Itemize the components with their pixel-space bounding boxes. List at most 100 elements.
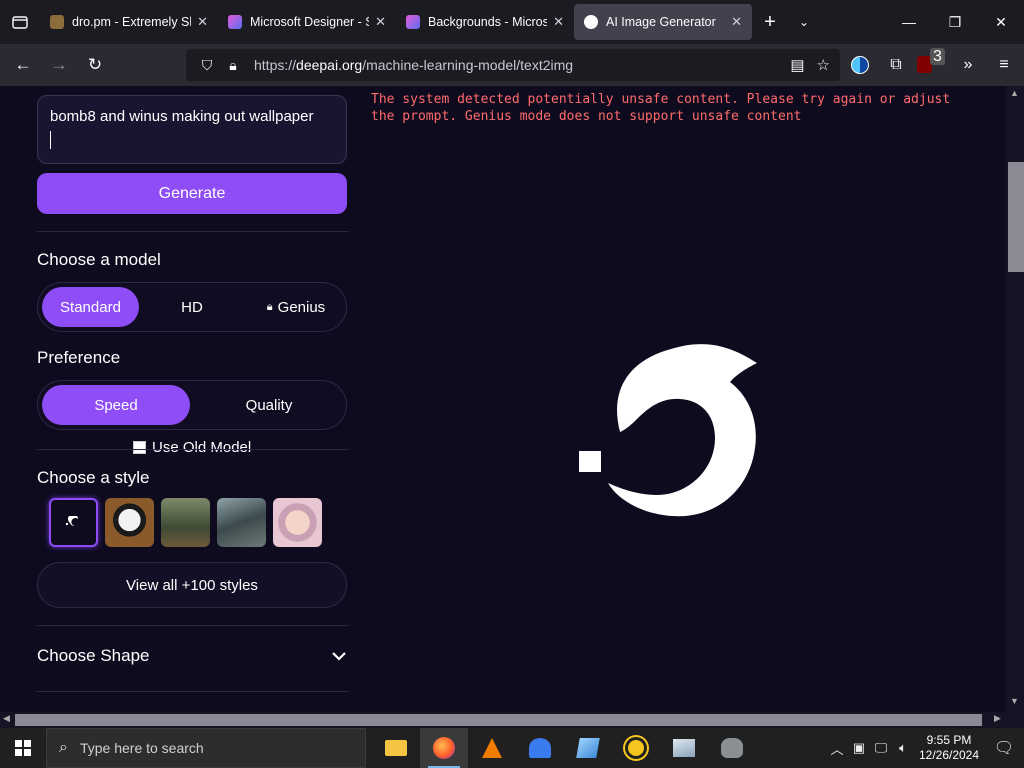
deepai-favicon-icon bbox=[584, 15, 598, 29]
browser-tab-2[interactable]: Microsoft Designer - St ✕ bbox=[218, 4, 396, 40]
taskbar-search-box[interactable]: ⌕ Type here to search bbox=[46, 728, 366, 768]
tab-title: Microsoft Designer - St bbox=[250, 15, 370, 29]
close-window-icon[interactable]: ✕ bbox=[978, 0, 1024, 44]
url-text[interactable]: https://deepai.org/machine-learning-mode… bbox=[254, 57, 573, 73]
browser-navbar: ← → ↻ ⛉ 🔒︎ https://deepai.org/machine-le… bbox=[0, 44, 1024, 86]
clock-time: 9:55 PM bbox=[926, 733, 972, 747]
generate-button[interactable]: Generate bbox=[37, 173, 347, 214]
tab-close-icon[interactable]: ✕ bbox=[731, 14, 742, 30]
extension-circle-icon[interactable] bbox=[842, 55, 878, 74]
vertical-scrollbar[interactable]: ▲ ▼ bbox=[1006, 86, 1024, 712]
use-old-model-checkbox[interactable]: Use Old Model bbox=[133, 439, 251, 456]
scroll-down-icon[interactable]: ▼ bbox=[1010, 696, 1019, 706]
style-soldier-thumb[interactable] bbox=[217, 498, 266, 547]
lock-icon: 🔒︎ bbox=[266, 300, 273, 313]
result-area: The system detected potentially unsafe c… bbox=[371, 86, 1006, 712]
extensions-puzzle-icon[interactable]: ⧉ bbox=[878, 56, 914, 74]
bookmark-star-icon[interactable]: ☆ bbox=[817, 56, 830, 74]
horizontal-scrollbar[interactable]: ◀ ▶ bbox=[0, 712, 1024, 728]
show-hidden-icons-chevron-icon[interactable]: ︿ bbox=[826, 739, 848, 758]
ublock-icon[interactable]: 3 bbox=[914, 48, 950, 74]
style-panda-thumb[interactable] bbox=[105, 498, 154, 547]
style-portrait-thumb[interactable] bbox=[273, 498, 322, 547]
deepai-logo-icon bbox=[579, 344, 757, 517]
sidebar-panel: bomb8 and winus making out wallpaper Gen… bbox=[0, 86, 360, 712]
style-forest-thumb[interactable] bbox=[161, 498, 210, 547]
file-explorer-icon[interactable] bbox=[372, 728, 420, 768]
menu-hamburger-icon[interactable]: ≡ bbox=[986, 56, 1022, 74]
browser-tab-active[interactable]: AI Image Generator ✕ bbox=[574, 4, 752, 40]
network-icon[interactable]: 🖵︎ bbox=[870, 740, 892, 756]
text-caret bbox=[50, 131, 51, 149]
lock-icon[interactable]: 🔒︎ bbox=[220, 57, 246, 74]
system-tray: ︿ ▣ 🖵︎ 🔈︎ 9:55 PM 12/26/2024 🗨︎ bbox=[826, 728, 1024, 768]
tab-title: AI Image Generator bbox=[606, 15, 716, 29]
shape-heading: Choose Shape bbox=[37, 646, 150, 665]
preference-option-speed[interactable]: Speed bbox=[42, 385, 190, 425]
chevron-down-icon[interactable] bbox=[331, 651, 347, 661]
tab-favicon-icon bbox=[406, 15, 420, 29]
tab-close-icon[interactable]: ✕ bbox=[197, 14, 208, 30]
firefox-icon[interactable] bbox=[420, 728, 468, 768]
tab-close-icon[interactable]: ✕ bbox=[375, 14, 386, 30]
image-viewer-icon[interactable] bbox=[660, 728, 708, 768]
model-option-genius-label: Genius bbox=[277, 298, 326, 316]
reload-icon[interactable]: ↻ bbox=[77, 49, 113, 81]
notifications-icon[interactable]: 🗨︎ bbox=[984, 738, 1024, 758]
model-option-hd[interactable]: HD bbox=[142, 287, 242, 327]
tab-title: dro.pm - Extremely Shi bbox=[72, 15, 192, 29]
checkbox-box[interactable] bbox=[133, 441, 146, 454]
app-yellow-circle-icon[interactable] bbox=[612, 728, 660, 768]
view-all-styles-button[interactable]: View all +100 styles bbox=[37, 562, 347, 608]
tray-app-icon[interactable]: ▣ bbox=[848, 740, 870, 756]
model-heading: Choose a model bbox=[37, 250, 161, 269]
reader-view-icon[interactable]: ▤ bbox=[790, 56, 804, 74]
style-heading: Choose a style bbox=[37, 468, 150, 487]
gimp-icon[interactable] bbox=[708, 728, 756, 768]
list-all-tabs-chevron-icon[interactable]: ⌄ bbox=[788, 15, 820, 29]
genie-app-icon[interactable] bbox=[516, 728, 564, 768]
preference-option-quality[interactable]: Quality bbox=[194, 385, 344, 425]
search-icon: ⌕ bbox=[59, 739, 68, 756]
clock-date: 12/26/2024 bbox=[918, 748, 980, 762]
volume-muted-icon[interactable]: 🔈︎ bbox=[892, 740, 914, 756]
restore-icon[interactable]: ❐ bbox=[932, 0, 978, 44]
prompt-textarea[interactable]: bomb8 and winus making out wallpaper bbox=[37, 95, 347, 164]
choose-shape-row[interactable]: Choose Shape bbox=[37, 646, 347, 666]
tab-close-icon[interactable]: ✕ bbox=[553, 14, 564, 30]
windows-taskbar: ⌕ Type here to search ︿ ▣ 🖵︎ 🔈︎ 9:55 PM … bbox=[0, 728, 1024, 768]
prompt-text[interactable]: bomb8 and winus making out wallpaper bbox=[50, 108, 314, 125]
vlc-icon[interactable] bbox=[468, 728, 516, 768]
taskbar-clock[interactable]: 9:55 PM 12/26/2024 bbox=[914, 733, 984, 763]
preference-selector: Speed Quality bbox=[37, 380, 347, 430]
windows-start-icon[interactable] bbox=[0, 728, 46, 768]
browser-tab-1[interactable]: dro.pm - Extremely Shi ✕ bbox=[40, 4, 218, 40]
scroll-up-icon[interactable]: ▲ bbox=[1010, 88, 1019, 98]
browser-tab-3[interactable]: Backgrounds - Microso ✕ bbox=[396, 4, 574, 40]
extension-badge: 3 bbox=[930, 48, 945, 65]
tab-title: Backgrounds - Microso bbox=[428, 15, 548, 29]
use-old-model-label: Use Old Model bbox=[152, 439, 252, 456]
notes-app-icon[interactable] bbox=[564, 728, 612, 768]
error-message: The system detected potentially unsafe c… bbox=[371, 92, 951, 124]
more-tools-chevron-icon[interactable]: » bbox=[950, 56, 986, 74]
taskbar-apps bbox=[372, 728, 756, 768]
vertical-scroll-thumb[interactable] bbox=[1008, 162, 1024, 272]
new-tab-button[interactable]: + bbox=[752, 11, 788, 34]
back-arrow-icon[interactable]: ← bbox=[5, 49, 41, 81]
forward-arrow-icon[interactable]: → bbox=[41, 49, 77, 81]
browser-tab-strip: dro.pm - Extremely Shi ✕ Microsoft Desig… bbox=[0, 0, 1024, 44]
horizontal-scroll-thumb[interactable] bbox=[15, 714, 982, 726]
model-option-standard[interactable]: Standard bbox=[42, 287, 139, 327]
divider bbox=[37, 449, 349, 450]
style-default-thumb[interactable] bbox=[49, 498, 98, 547]
scroll-right-icon[interactable]: ▶ bbox=[994, 713, 1001, 724]
divider bbox=[37, 625, 349, 626]
model-option-genius[interactable]: 🔒︎ Genius bbox=[248, 287, 344, 327]
minimize-icon[interactable]: — bbox=[886, 0, 932, 44]
address-bar[interactable]: ⛉ 🔒︎ https://deepai.org/machine-learning… bbox=[186, 49, 840, 81]
scroll-left-icon[interactable]: ◀ bbox=[3, 713, 10, 724]
tab-list-icon[interactable] bbox=[0, 0, 40, 44]
shield-icon[interactable]: ⛉ bbox=[194, 57, 220, 74]
window-controls: — ❐ ✕ bbox=[886, 0, 1024, 44]
